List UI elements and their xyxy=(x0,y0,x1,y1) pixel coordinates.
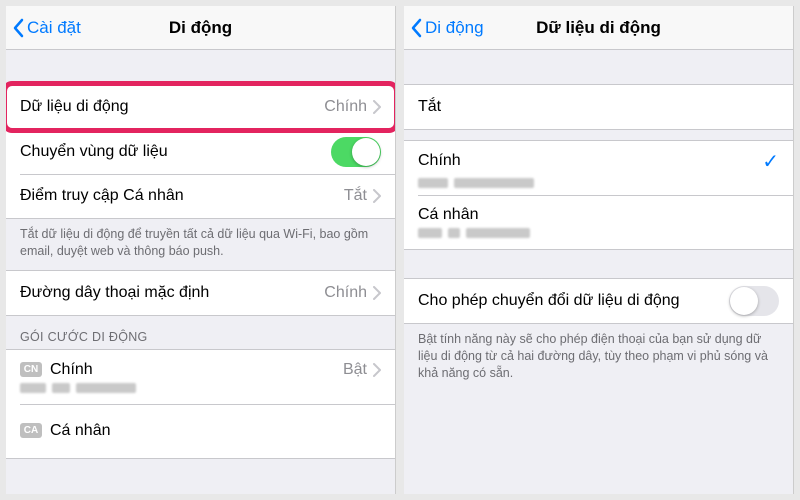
group-off: Tắt xyxy=(404,84,793,130)
group-cellular-data: Dữ liệu di động Chính xyxy=(6,84,395,130)
group-default-voice: Đường dây thoại mặc định Chính xyxy=(6,270,395,316)
row-option-off[interactable]: Tắt xyxy=(404,85,793,129)
row-allow-data-switching[interactable]: Cho phép chuyển đổi dữ liệu di động xyxy=(404,279,793,323)
row-label: Chính xyxy=(50,361,343,379)
row-data-roaming[interactable]: Chuyển vùng dữ liệu xyxy=(6,130,395,174)
sim-icon: CN xyxy=(20,362,42,377)
row-plan-primary[interactable]: CN Chính Bật xyxy=(6,350,395,404)
plan-number-redacted xyxy=(418,228,530,238)
content: Tắt Chính ✓ Cá nhân xyxy=(404,50,793,494)
group-options: Chuyển vùng dữ liệu Điểm truy cập Cá nhâ… xyxy=(6,130,395,219)
chevron-right-icon xyxy=(373,189,381,203)
row-cellular-data[interactable]: Dữ liệu di động Chính xyxy=(6,85,395,129)
chevron-left-icon xyxy=(12,18,24,38)
group-cellular-plans: CN Chính Bật CA Cá nhân xyxy=(6,349,395,459)
row-label: Chuyển vùng dữ liệu xyxy=(20,143,331,161)
chevron-right-icon xyxy=(373,286,381,300)
navbar: Cài đặt Di động xyxy=(6,6,395,50)
row-option-primary[interactable]: Chính ✓ xyxy=(404,141,793,195)
toggle-allow-switching[interactable] xyxy=(729,286,779,316)
footer-note-switching: Bật tính năng này sẽ cho phép điện thoại… xyxy=(404,324,793,392)
sim-icon: CA xyxy=(20,423,42,438)
row-value: Chính xyxy=(324,284,367,302)
row-value: Chính xyxy=(324,98,367,116)
row-label: Tắt xyxy=(418,98,779,116)
row-label: Cá nhân xyxy=(418,206,779,224)
row-plan-personal[interactable]: CA Cá nhân xyxy=(6,404,395,458)
navbar: Di động Dữ liệu di động xyxy=(404,6,793,50)
row-value: Bật xyxy=(343,361,367,379)
plan-number-redacted xyxy=(20,383,136,393)
row-label: Cho phép chuyển đổi dữ liệu di động xyxy=(418,292,729,310)
row-default-voice-line[interactable]: Đường dây thoại mặc định Chính xyxy=(6,271,395,315)
row-label: Chính xyxy=(418,152,762,170)
back-button[interactable]: Cài đặt xyxy=(6,18,81,38)
group-sim-choice: Chính ✓ Cá nhân xyxy=(404,140,793,250)
row-option-personal[interactable]: Cá nhân xyxy=(404,195,793,249)
group-allow-switching: Cho phép chuyển đổi dữ liệu di động xyxy=(404,278,793,324)
row-label: Cá nhân xyxy=(50,422,381,440)
checkmark-icon: ✓ xyxy=(762,149,779,174)
row-label: Điểm truy cập Cá nhân xyxy=(20,187,344,205)
row-label: Dữ liệu di động xyxy=(20,98,324,116)
section-header-cellular-plans: GÓI CƯỚC DI ĐỘNG xyxy=(6,316,395,349)
row-personal-hotspot[interactable]: Điểm truy cập Cá nhân Tắt xyxy=(6,174,395,218)
phone-left-cellular-settings: Cài đặt Di động Dữ liệu di động Chính Ch… xyxy=(6,6,396,494)
row-label: Đường dây thoại mặc định xyxy=(20,284,324,302)
plan-number-redacted xyxy=(418,178,534,188)
phone-right-cellular-data-detail: Di động Dữ liệu di động Tắt Chính ✓ xyxy=(404,6,794,494)
chevron-right-icon xyxy=(373,363,381,377)
content: Dữ liệu di động Chính Chuyển vùng dữ liệ… xyxy=(6,50,395,494)
chevron-right-icon xyxy=(373,100,381,114)
back-label: Cài đặt xyxy=(27,18,81,38)
toggle-data-roaming[interactable] xyxy=(331,137,381,167)
footer-note-cellular: Tắt dữ liệu di động để truyền tất cả dữ … xyxy=(6,219,395,270)
row-value: Tắt xyxy=(344,187,367,205)
chevron-left-icon xyxy=(410,18,422,38)
back-button[interactable]: Di động xyxy=(404,18,484,38)
back-label: Di động xyxy=(425,18,484,38)
